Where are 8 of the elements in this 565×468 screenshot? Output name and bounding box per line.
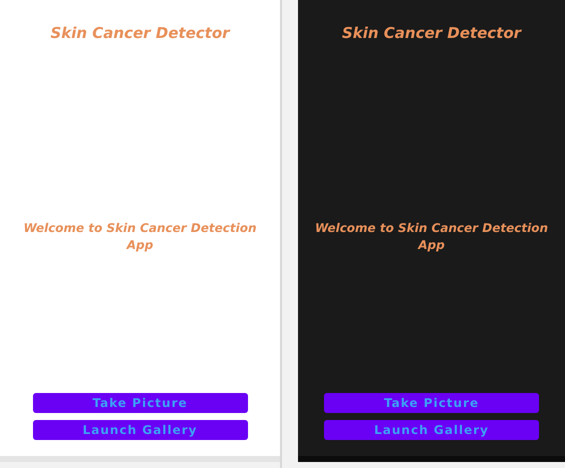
action-button[interactable]: Launch Gallery: [32, 420, 248, 440]
action-button[interactable]: Launch Gallery: [324, 420, 539, 440]
welcome-text: Welcome to Skin Cancer Detection App: [314, 220, 550, 254]
welcome-text: Welcome to Skin Cancer Detection App: [22, 220, 258, 254]
action-button[interactable]: Take Picture: [324, 393, 539, 413]
app-title: Skin Cancer Detector: [50, 24, 230, 42]
action-button[interactable]: Take Picture: [32, 393, 248, 413]
app-title: Skin Cancer Detector: [342, 24, 522, 42]
